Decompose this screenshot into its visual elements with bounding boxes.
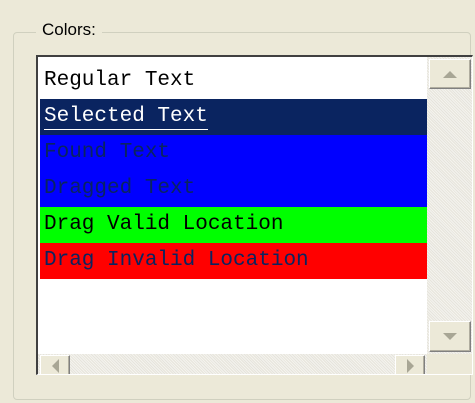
scroll-right-arrow-icon [406,359,414,373]
list-item-found-text[interactable]: Found Text [40,135,428,171]
list-item-regular-text[interactable]: Regular Text [40,63,428,99]
scrollbar-corner [427,354,472,374]
list-item-label: Drag Invalid Location [44,249,309,272]
scroll-up-button[interactable] [429,59,471,89]
list-item-label: Found Text [44,141,171,164]
list-item-label: Selected Text [44,105,208,130]
scroll-left-arrow-icon [51,359,59,373]
scroll-left-button[interactable] [40,355,70,374]
list-item-selected-text[interactable]: Selected Text [40,99,428,135]
scroll-up-arrow-icon [443,70,457,78]
list-item-dragged-text[interactable]: Dragged Text [40,171,428,207]
list-item-drag-invalid-location[interactable]: Drag Invalid Location [40,243,428,279]
colors-listbox[interactable]: Regular Text Selected Text Found Text Dr… [36,55,473,375]
horizontal-scrollbar[interactable] [38,354,427,374]
list-item-label: Dragged Text [44,177,196,200]
vertical-scrollbar[interactable] [427,57,472,354]
scroll-right-button[interactable] [395,355,425,374]
colors-list-items: Regular Text Selected Text Found Text Dr… [40,63,428,309]
list-item-drag-valid-location[interactable]: Drag Valid Location [40,207,428,243]
list-item-label: Drag Valid Location [44,213,284,236]
list-item-label: Regular Text [44,69,196,92]
colors-group-label: Colors: [36,20,102,40]
scroll-down-button[interactable] [429,321,471,352]
scroll-down-arrow-icon [443,333,457,340]
